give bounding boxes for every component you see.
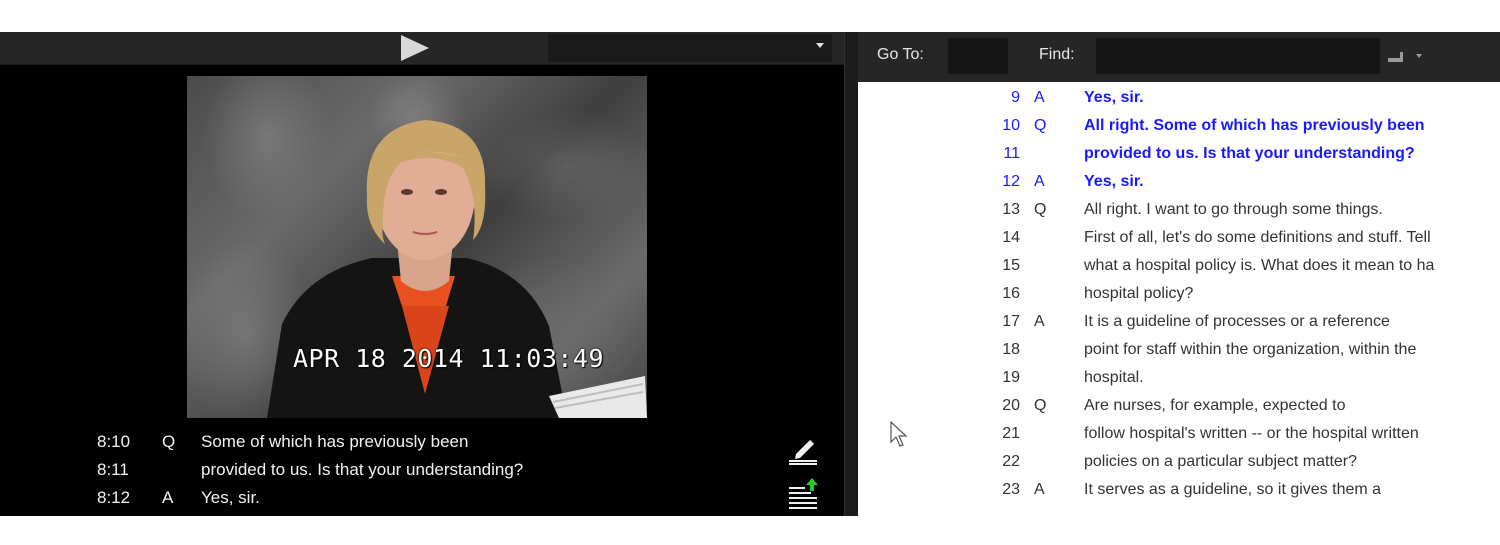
play-button[interactable] — [397, 33, 433, 63]
transcript-body[interactable]: 9 A Yes, sir. 10 Q All right. Some of which h… — [858, 82, 1500, 516]
find-options-dropdown[interactable] — [1386, 48, 1426, 70]
line-text: Yes, sir. — [1084, 89, 1144, 106]
caption-page-line: 8:10 — [97, 432, 131, 451]
line-number: 17 — [1002, 313, 1020, 330]
annotate-button[interactable] — [786, 432, 820, 466]
line-text: Yes, sir. — [1084, 173, 1144, 190]
speaker-marker: A — [1034, 481, 1045, 498]
line-number: 16 — [1002, 285, 1020, 302]
clip-dropdown[interactable] — [548, 34, 832, 62]
caption-line: 8:12 A Yes, sir. — [0, 484, 780, 512]
goto-input[interactable] — [948, 38, 1008, 74]
speaker-marker: A — [1034, 173, 1045, 190]
transcript-line[interactable]: 23 A It serves as a guideline, so it gives… — [858, 476, 1500, 504]
video-toolbar — [0, 32, 844, 65]
speaker-marker: A — [1034, 313, 1045, 330]
find-label: Find: — [1039, 46, 1075, 63]
transcript-line[interactable]: 14 First of all, let's do some definition… — [858, 224, 1500, 252]
transcript-line[interactable]: 15 what a hospital policy is. What does i… — [858, 252, 1500, 280]
transcript-line[interactable]: 18 point for staff within the organizatio… — [858, 336, 1500, 364]
line-text: It is a guideline of processes or a refe… — [1084, 313, 1390, 330]
export-clip-button[interactable] — [786, 477, 820, 511]
line-number: 18 — [1002, 341, 1020, 358]
line-text: It serves as a guideline, so it gives th… — [1084, 481, 1382, 498]
transcript-line[interactable]: 10 Q All right. Some of which has previous… — [858, 112, 1500, 140]
line-number: 22 — [1002, 453, 1020, 470]
line-text: what a hospital policy is. What does it … — [1084, 257, 1435, 274]
line-text: All right. Some of which has previously … — [1084, 117, 1425, 134]
transcript-line[interactable]: 21 follow hospital's written -- or the ho… — [858, 420, 1500, 448]
transcript-line[interactable]: 20 Q Are nurses, for example, expected to — [858, 392, 1500, 420]
caption-speaker: A — [162, 488, 174, 507]
speaker-marker: Q — [1034, 397, 1047, 414]
transcript-line[interactable]: 17 A It is a guideline of processes or a r… — [858, 308, 1500, 336]
transcript-line[interactable]: 12 A Yes, sir. — [858, 168, 1500, 196]
chevron-down-icon — [816, 43, 824, 48]
speaker-marker: Q — [1034, 201, 1047, 218]
line-text: hospital. — [1084, 369, 1144, 386]
line-number: 20 — [1002, 397, 1020, 414]
speaker-marker: Q — [1034, 117, 1047, 134]
line-text: follow hospital's written -- or the hosp… — [1084, 425, 1419, 442]
caption-text: Some of which has previously been — [201, 432, 469, 451]
caption-list: 8:10 Q Some of which has previously been… — [0, 428, 844, 516]
line-number: 9 — [1011, 89, 1020, 106]
speaker-marker: A — [1034, 89, 1045, 106]
line-text: All right. I want to go through some thi… — [1084, 201, 1383, 218]
transcript-line[interactable]: 13 Q All right. I want to go through some … — [858, 196, 1500, 224]
find-options-icon — [1388, 52, 1422, 62]
line-number: 13 — [1002, 201, 1020, 218]
transcript-line[interactable]: 22 policies on a particular subject matte… — [858, 448, 1500, 476]
line-text: provided to us. Is that your understandi… — [1084, 145, 1415, 162]
pen-icon — [789, 439, 817, 465]
caption-speaker: Q — [162, 432, 176, 451]
transcript-line[interactable]: 16 hospital policy? — [858, 280, 1500, 308]
line-text: hospital policy? — [1084, 285, 1194, 302]
caption-line: 8:11 provided to us. Is that your unders… — [0, 456, 780, 484]
line-number: 12 — [1002, 173, 1020, 190]
find-input[interactable] — [1096, 38, 1380, 74]
line-text: First of all, let's do some definitions … — [1084, 229, 1431, 246]
video-timestamp: APR 18 2014 11:03:49 — [293, 344, 605, 373]
caption-line: 8:10 Q Some of which has previously been — [0, 428, 780, 456]
video-pane: APR 18 2014 11:03:49 8:10 Q Some of whic… — [0, 32, 844, 516]
line-text: Are nurses, for example, expected to — [1084, 397, 1346, 414]
line-number: 11 — [1003, 145, 1020, 162]
caption-page-line: 8:11 — [97, 460, 129, 479]
caption-text: provided to us. Is that your understandi… — [201, 460, 524, 479]
line-text: policies on a particular subject matter? — [1084, 453, 1358, 470]
caption-page-line: 8:12 — [97, 488, 131, 507]
line-number: 15 — [1002, 257, 1020, 274]
video-frame[interactable]: APR 18 2014 11:03:49 — [187, 76, 647, 418]
transcript-pane: Go To: Find: 9 A Yes, sir. 10 Q All right. So… — [858, 32, 1500, 516]
play-icon — [401, 35, 429, 61]
line-number: 19 — [1002, 369, 1020, 386]
goto-label: Go To: — [877, 46, 924, 63]
transcript-line[interactable]: 9 A Yes, sir. — [858, 84, 1500, 112]
transcript-line[interactable]: 19 hospital. — [858, 364, 1500, 392]
line-number: 21 — [1002, 425, 1020, 442]
caption-text: Yes, sir. — [201, 488, 260, 507]
line-number: 10 — [1002, 117, 1020, 134]
line-number: 14 — [1002, 229, 1020, 246]
transcript-line[interactable]: 11 provided to us. Is that your understan… — [858, 140, 1500, 168]
line-number: 23 — [1002, 481, 1020, 498]
line-text: point for staff within the organization,… — [1084, 341, 1417, 358]
deposition-viewer-app: APR 18 2014 11:03:49 8:10 Q Some of whic… — [0, 32, 1500, 516]
export-icon — [789, 478, 818, 509]
transcript-toolbar: Go To: Find: — [858, 32, 1500, 82]
mouse-cursor-icon — [890, 421, 908, 447]
